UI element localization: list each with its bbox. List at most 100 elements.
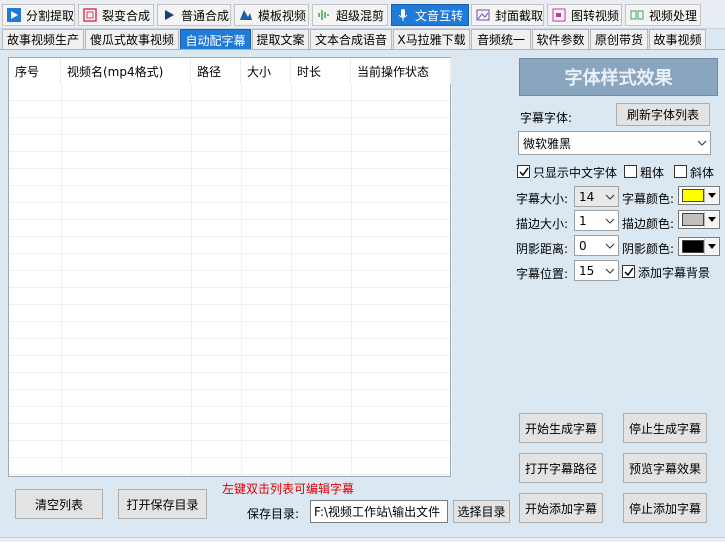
- subtab-auto-subtitle[interactable]: 自动配字幕: [180, 29, 251, 50]
- color-swatch: [682, 240, 704, 253]
- stop-generate-button[interactable]: 停止生成字幕: [623, 413, 707, 443]
- tab-super-mix[interactable]: 超级混剪: [312, 4, 388, 26]
- size-label: 字幕大小:: [516, 192, 569, 206]
- col-duration[interactable]: 时长: [291, 58, 351, 84]
- tab-template-video[interactable]: 模板视频: [234, 4, 309, 26]
- check-icon: [623, 267, 634, 276]
- check-icon: [518, 167, 529, 176]
- list-row: [9, 118, 450, 135]
- subtab-extract-copy[interactable]: 提取文案: [252, 29, 309, 49]
- start-generate-button[interactable]: 开始生成字幕: [519, 413, 603, 443]
- col-video-name[interactable]: 视频名(mp4格式): [61, 58, 191, 84]
- subtab-ximalaya-download[interactable]: X马拉雅下载: [393, 29, 470, 49]
- shadow-color-label: 阴影颜色:: [622, 242, 675, 256]
- col-index[interactable]: 序号: [9, 58, 61, 84]
- stroke-color-picker[interactable]: [678, 210, 720, 229]
- grid-line: [61, 84, 62, 476]
- save-dir-label: 保存目录:: [247, 507, 300, 521]
- stop-add-button[interactable]: 停止添加字幕: [623, 493, 707, 523]
- photo-video-icon: [551, 7, 567, 23]
- video-list[interactable]: 序号 视频名(mp4格式) 路径 大小 时长 当前操作状态: [8, 57, 452, 477]
- chevron-down-icon: [697, 138, 707, 148]
- subtab-easy-story-video[interactable]: 傻瓜式故事视频: [85, 29, 179, 49]
- grid-line: [241, 84, 242, 476]
- list-row: [9, 322, 450, 339]
- list-row: [9, 339, 450, 356]
- size-select[interactable]: 14: [574, 186, 619, 207]
- fission-icon: [82, 7, 98, 23]
- sub-tab-bar: 故事视频生产 傻瓜式故事视频 自动配字幕 提取文案 文本合成语音 X马拉雅下载 …: [0, 29, 725, 50]
- subtab-story-video-production[interactable]: 故事视频生产: [2, 29, 84, 49]
- list-row: [9, 220, 450, 237]
- chevron-down-icon: [605, 266, 615, 276]
- stroke-size-label: 描边大小:: [516, 217, 569, 231]
- position-select[interactable]: 15: [574, 260, 619, 281]
- clear-list-button[interactable]: 清空列表: [15, 489, 103, 519]
- image-icon: [475, 7, 491, 23]
- list-row: [9, 356, 450, 373]
- refresh-fonts-button[interactable]: 刷新字体列表: [616, 103, 710, 126]
- shadow-dist-select[interactable]: 0: [574, 235, 619, 256]
- start-add-button[interactable]: 开始添加字幕: [519, 493, 603, 523]
- open-save-dir-button[interactable]: 打开保存目录: [118, 489, 207, 519]
- subtab-text-to-speech[interactable]: 文本合成语音: [310, 29, 392, 49]
- add-bg-label: 添加字幕背景: [638, 266, 711, 280]
- open-subtitle-path-button[interactable]: 打开字幕路径: [519, 453, 603, 483]
- list-row: [9, 152, 450, 169]
- choose-dir-button[interactable]: 选择目录: [453, 500, 510, 523]
- tab-normal-compose[interactable]: 普通合成: [157, 4, 231, 26]
- italic-label: 斜体: [690, 166, 715, 180]
- tab-image-to-video[interactable]: 图转视频: [547, 4, 622, 26]
- subtab-story-video[interactable]: 故事视频: [649, 29, 706, 49]
- list-row: [9, 373, 450, 390]
- subtab-original-goods[interactable]: 原创带货: [590, 29, 648, 49]
- tab-split-extract[interactable]: 分割提取: [2, 4, 75, 26]
- list-row: [9, 203, 450, 220]
- color-label: 字幕颜色:: [622, 192, 675, 206]
- col-path[interactable]: 路径: [191, 58, 241, 84]
- tab-text-audio-convert[interactable]: 文音互转: [391, 4, 469, 26]
- only-chinese-checkbox[interactable]: [517, 165, 530, 178]
- subtitle-color-picker[interactable]: [678, 186, 720, 205]
- size-value: 14: [579, 189, 595, 204]
- stroke-color-label: 描边颜色:: [622, 217, 675, 231]
- position-value: 15: [579, 263, 595, 278]
- preview-effect-button[interactable]: 预览字幕效果: [623, 453, 707, 483]
- font-select[interactable]: 微软雅黑: [518, 131, 711, 155]
- stroke-size-select[interactable]: 1: [574, 210, 619, 231]
- list-row: [9, 424, 450, 441]
- list-row: [9, 254, 450, 271]
- microphone-icon: [395, 7, 411, 23]
- list-header: 序号 视频名(mp4格式) 路径 大小 时长 当前操作状态: [9, 58, 451, 84]
- font-select-value: 微软雅黑: [523, 136, 572, 151]
- shadow-dist-value: 0: [579, 238, 587, 253]
- chevron-down-icon: [605, 241, 615, 251]
- subtab-software-params[interactable]: 软件参数: [532, 29, 589, 49]
- italic-checkbox[interactable]: [674, 165, 687, 178]
- shadow-dist-label: 阴影距离:: [516, 242, 569, 256]
- save-dir-input[interactable]: F:\视频工作站\输出文件: [310, 500, 448, 523]
- grid-line: [191, 84, 192, 476]
- position-label: 字幕位置:: [516, 267, 569, 281]
- grid-line: [451, 84, 452, 476]
- tab-fission-compose[interactable]: 裂变合成: [78, 4, 154, 26]
- col-status[interactable]: 当前操作状态: [351, 58, 451, 84]
- tab-label: 超级混剪: [336, 8, 385, 23]
- stroke-size-value: 1: [579, 213, 587, 228]
- template-icon: [238, 7, 254, 23]
- bold-checkbox[interactable]: [624, 165, 637, 178]
- tab-cover-capture[interactable]: 封面截取: [471, 4, 544, 26]
- list-row: [9, 407, 450, 424]
- shadow-color-picker[interactable]: [678, 237, 720, 256]
- add-bg-checkbox[interactable]: [622, 265, 635, 278]
- list-row: [9, 169, 450, 186]
- tab-label: 视频处理: [649, 8, 698, 23]
- list-row: [9, 458, 450, 475]
- subtab-audio-unify[interactable]: 音频统一: [471, 29, 531, 49]
- tab-video-process[interactable]: 视频处理: [625, 4, 701, 26]
- list-row: [9, 186, 450, 203]
- dropdown-arrow-icon: [704, 212, 718, 227]
- col-size[interactable]: 大小: [241, 58, 291, 84]
- color-swatch: [682, 189, 704, 202]
- list-row: [9, 84, 450, 101]
